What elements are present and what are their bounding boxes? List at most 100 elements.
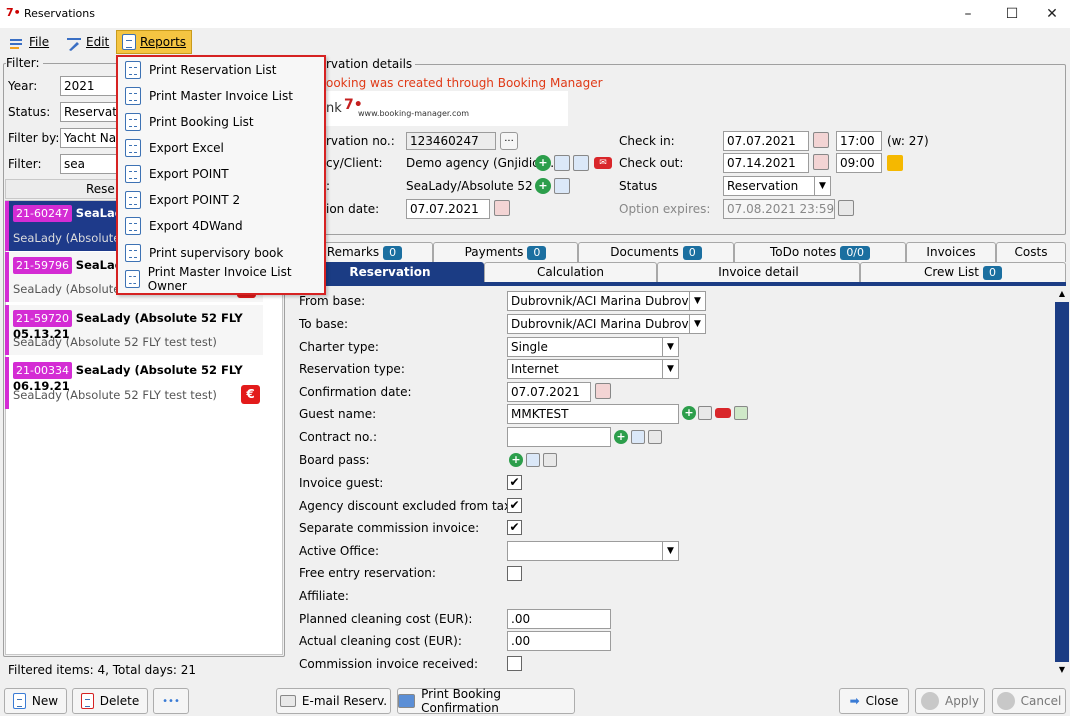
tab-payments[interactable]: Payments 0 (433, 242, 578, 262)
report-icon (125, 165, 141, 183)
tab-invoice-detail[interactable]: Invoice detail (657, 262, 860, 282)
calendar-icon[interactable] (494, 200, 510, 216)
close-button[interactable]: ➡ Close (839, 688, 909, 714)
menu-item-print-master-invoice-list[interactable]: Print Master Invoice List (121, 83, 317, 109)
menu-item-label: Export 4DWand (149, 219, 243, 233)
close-window-button[interactable]: ✕ (1030, 0, 1070, 28)
new-button[interactable]: New (4, 688, 67, 714)
status-select[interactable]: Reservatio (60, 102, 120, 122)
reservation-type-select[interactable]: Internet ▼ (507, 359, 679, 379)
scroll-down-arrow[interactable]: ▼ (1055, 662, 1069, 678)
checkout-date-field[interactable]: 07.14.2021 (723, 153, 809, 173)
menu-item-print-reservation-list[interactable]: Print Reservation List (121, 57, 317, 83)
tab-crew-list[interactable]: Crew List 0 (860, 262, 1066, 282)
menu-item-label: Print Reservation List (149, 63, 277, 77)
report-icon (125, 113, 141, 131)
tab-label: Invoices (926, 245, 976, 259)
from-base-select[interactable]: Dubrovnik/ACI Marina Dubrovnik ▼ (507, 291, 706, 311)
menu-item-export-4dwand[interactable]: Export 4DWand (121, 213, 317, 239)
free-entry-checkbox[interactable] (507, 566, 522, 581)
add-icon[interactable]: + (614, 430, 628, 444)
print-booking-confirmation-button[interactable]: Print Booking Confirmation (397, 687, 575, 715)
search-icon[interactable] (526, 453, 540, 467)
menu-item-export-point-2[interactable]: Export POINT 2 (121, 187, 317, 213)
calendar-icon (838, 200, 854, 216)
menu-item-print-booking-list[interactable]: Print Booking List (121, 109, 317, 135)
menu-item-export-point[interactable]: Export POINT (121, 161, 317, 187)
filterby-select[interactable]: Yacht Nam (60, 128, 120, 148)
menu-item-print-supervisory-book[interactable]: Print supervisory book (121, 240, 317, 266)
actual-cleaning-field[interactable]: .00 (507, 631, 611, 651)
user-icon[interactable] (734, 406, 748, 420)
scroll-up-arrow[interactable]: ▲ (1055, 286, 1069, 302)
maximize-button[interactable]: ☐ (990, 0, 1034, 28)
list-item[interactable]: 21-59720 SeaLady (Absolute 52 FLY 05.13.… (5, 305, 263, 355)
tab-invoices[interactable]: Invoices (906, 242, 996, 262)
search-icon[interactable] (698, 406, 712, 420)
invoice-guest-checkbox[interactable]: ✔ (507, 475, 522, 490)
checkin-date-field[interactable]: 07.07.2021 (723, 131, 809, 151)
to-base-select[interactable]: Dubrovnik/ACI Marina Dubrovnik ▼ (507, 314, 706, 334)
tab-label: Payments (464, 245, 524, 259)
delete-button[interactable]: Delete (72, 688, 148, 714)
minimize-button[interactable]: – (946, 0, 990, 28)
link-icon[interactable] (543, 453, 557, 467)
search-icon[interactable] (631, 430, 645, 444)
phone-icon[interactable] (573, 155, 589, 171)
guest-name-field[interactable]: MMKTEST (507, 404, 679, 424)
email-icon[interactable] (715, 408, 731, 418)
confirmation-date-field[interactable]: 07.07.2021 (507, 382, 591, 402)
resno-label: rvation no.: (326, 134, 395, 148)
option-date-field[interactable]: 07.07.2021 (406, 199, 490, 219)
add-icon[interactable]: + (682, 406, 696, 420)
link-icon[interactable] (648, 430, 662, 444)
checkin-time-field[interactable]: 17:00 (836, 131, 882, 151)
email-reservation-button[interactable]: E-mail Reserv. (276, 688, 391, 714)
tab-documents[interactable]: Documents 0 (578, 242, 734, 262)
menu-item-print-master-invoice-list-owner[interactable]: Print Master Invoice List Owner (121, 265, 317, 293)
charter-type-select[interactable]: Single ▼ (507, 337, 679, 357)
status-detail-select[interactable]: Reservation ▼ (723, 176, 831, 196)
cancel-button[interactable]: Cancel (992, 688, 1066, 714)
planned-cleaning-field[interactable]: .00 (507, 609, 611, 629)
scrollbar[interactable] (1055, 286, 1069, 678)
search-icon[interactable] (554, 155, 570, 171)
active-office-select[interactable]: ▼ (507, 541, 679, 561)
calendar-icon[interactable] (813, 154, 829, 170)
free-entry-label: Free entry reservation: (299, 566, 436, 580)
commission-received-label: Commission invoice received: (299, 657, 479, 671)
tab-todo-notes[interactable]: ToDo notes 0/0 (734, 242, 906, 262)
tab-badge: 0 (527, 246, 547, 260)
search-icon[interactable] (554, 178, 570, 194)
checkout-time-field[interactable]: 09:00 (836, 153, 882, 173)
menu-item-export-excel[interactable]: Export Excel (121, 135, 317, 161)
add-icon[interactable]: + (535, 178, 551, 194)
add-icon[interactable]: + (535, 155, 551, 171)
contract-no-field[interactable] (507, 427, 611, 447)
apply-button[interactable]: Apply (915, 688, 985, 714)
menu-file[interactable]: File (4, 30, 54, 54)
chevron-down-icon: ▼ (689, 292, 705, 310)
menu-edit[interactable]: Edit (61, 30, 114, 54)
agency-discount-checkbox[interactable]: ✔ (507, 498, 522, 513)
reservation-type-value: Internet (511, 362, 559, 376)
note-icon[interactable] (887, 155, 903, 171)
calendar-icon[interactable] (813, 132, 829, 148)
calendar-icon[interactable] (595, 383, 611, 399)
file-menu-icon (9, 35, 25, 49)
separate-commission-checkbox[interactable]: ✔ (507, 520, 522, 535)
add-icon[interactable]: + (509, 453, 523, 467)
list-item[interactable]: 21-00334 SeaLady (Absolute 52 FLY 06.19.… (5, 357, 263, 409)
tab-costs[interactable]: Costs (996, 242, 1066, 262)
email-icon[interactable]: ✉ (594, 157, 612, 169)
euro-icon[interactable]: € (241, 385, 260, 404)
printer-icon (398, 694, 416, 708)
filter-text-input[interactable]: sea (60, 154, 120, 174)
cancel-circle-icon (996, 692, 1015, 710)
menu-reports[interactable]: Reports (116, 30, 193, 54)
more-button[interactable]: ••• (153, 688, 189, 714)
year-input[interactable]: 2021 (60, 76, 120, 96)
resno-browse-button[interactable]: ... (500, 132, 518, 150)
commission-received-checkbox[interactable] (507, 656, 522, 671)
tab-calculation[interactable]: Calculation (484, 262, 657, 282)
